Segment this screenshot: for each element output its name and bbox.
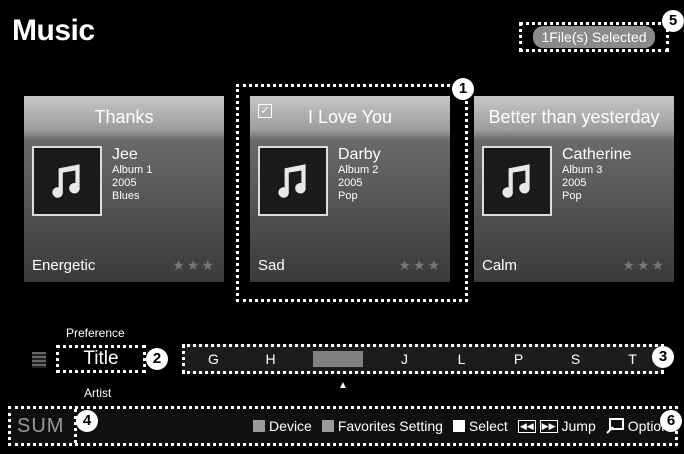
sort-option-above[interactable]: Preference	[66, 326, 125, 340]
sort-selector[interactable]: Title	[56, 345, 146, 373]
pointer-up-icon: ▲	[338, 380, 348, 391]
skip-forward-icon: ▶▶	[539, 419, 558, 433]
letter-item[interactable]: T	[618, 351, 648, 367]
sort-list-icon	[32, 352, 46, 368]
sort-option-below[interactable]: Artist	[84, 386, 111, 400]
letter-item[interactable]: J	[390, 351, 420, 367]
letter-item[interactable]: L	[447, 351, 477, 367]
device-key[interactable]: Device	[253, 418, 312, 434]
select-key[interactable]: Select	[452, 418, 508, 434]
callout-6: 6	[660, 410, 682, 432]
letter-item[interactable]: H	[256, 351, 286, 367]
callout-5: 5	[662, 10, 684, 32]
selected-files-indicator: 1File(s) Selected	[519, 22, 669, 52]
option-icon	[606, 418, 624, 434]
letter-item[interactable]: S	[561, 351, 591, 367]
song-title: Better than yesterday	[488, 107, 660, 127]
artist-name: Catherine	[562, 146, 632, 163]
callout-2: 2	[146, 348, 168, 370]
jump-label: Jump	[561, 418, 596, 434]
device-label: Device	[269, 418, 312, 434]
mood-label: Calm	[482, 257, 518, 274]
album-name: Album 1	[112, 164, 153, 176]
skip-arrows-icon: ◀◀	[517, 419, 536, 433]
album-name: Album 3	[562, 164, 603, 176]
rating-stars: ★★★	[172, 257, 216, 273]
letter-item[interactable]: G	[199, 351, 229, 367]
callout-1: 1	[452, 78, 474, 100]
music-card-1[interactable]: Thanks Jee Album 1 2005 Blues Energetic …	[24, 96, 224, 282]
artist-name: Jee	[112, 146, 138, 163]
letter-item[interactable]: P	[504, 351, 534, 367]
bottom-help-bar: SUM Device Favorites Setting Select ◀◀ ▶…	[8, 406, 678, 446]
genre: Pop	[562, 190, 582, 202]
music-note-icon	[32, 146, 102, 216]
gray-key-icon	[321, 420, 334, 432]
white-key-icon	[452, 420, 465, 432]
letter-jump-bar[interactable]: G H J L P S T	[182, 344, 664, 374]
mood-label: Energetic	[32, 257, 96, 274]
page-title: Music	[12, 14, 95, 47]
focus-highlight	[236, 84, 468, 302]
callout-3: 3	[652, 346, 674, 368]
release-year: 2005	[112, 177, 137, 189]
favorites-label: Favorites Setting	[337, 418, 443, 434]
selected-files-label: 1File(s) Selected	[533, 26, 655, 48]
callout-4: 4	[76, 410, 98, 432]
gray-key-icon	[253, 420, 266, 432]
select-label: Select	[468, 418, 508, 434]
rating-stars: ★★★	[622, 257, 666, 273]
jump-key[interactable]: ◀◀ ▶▶ Jump	[517, 418, 596, 434]
favorites-key[interactable]: Favorites Setting	[321, 418, 443, 434]
letter-item-active[interactable]	[312, 351, 363, 367]
music-card-3[interactable]: Better than yesterday Catherine Album 3 …	[474, 96, 674, 282]
sum-logo: SUM	[17, 409, 78, 443]
release-year: 2005	[562, 177, 587, 189]
song-title: Thanks	[94, 107, 154, 127]
genre: Blues	[112, 190, 140, 202]
music-note-icon	[482, 146, 552, 216]
